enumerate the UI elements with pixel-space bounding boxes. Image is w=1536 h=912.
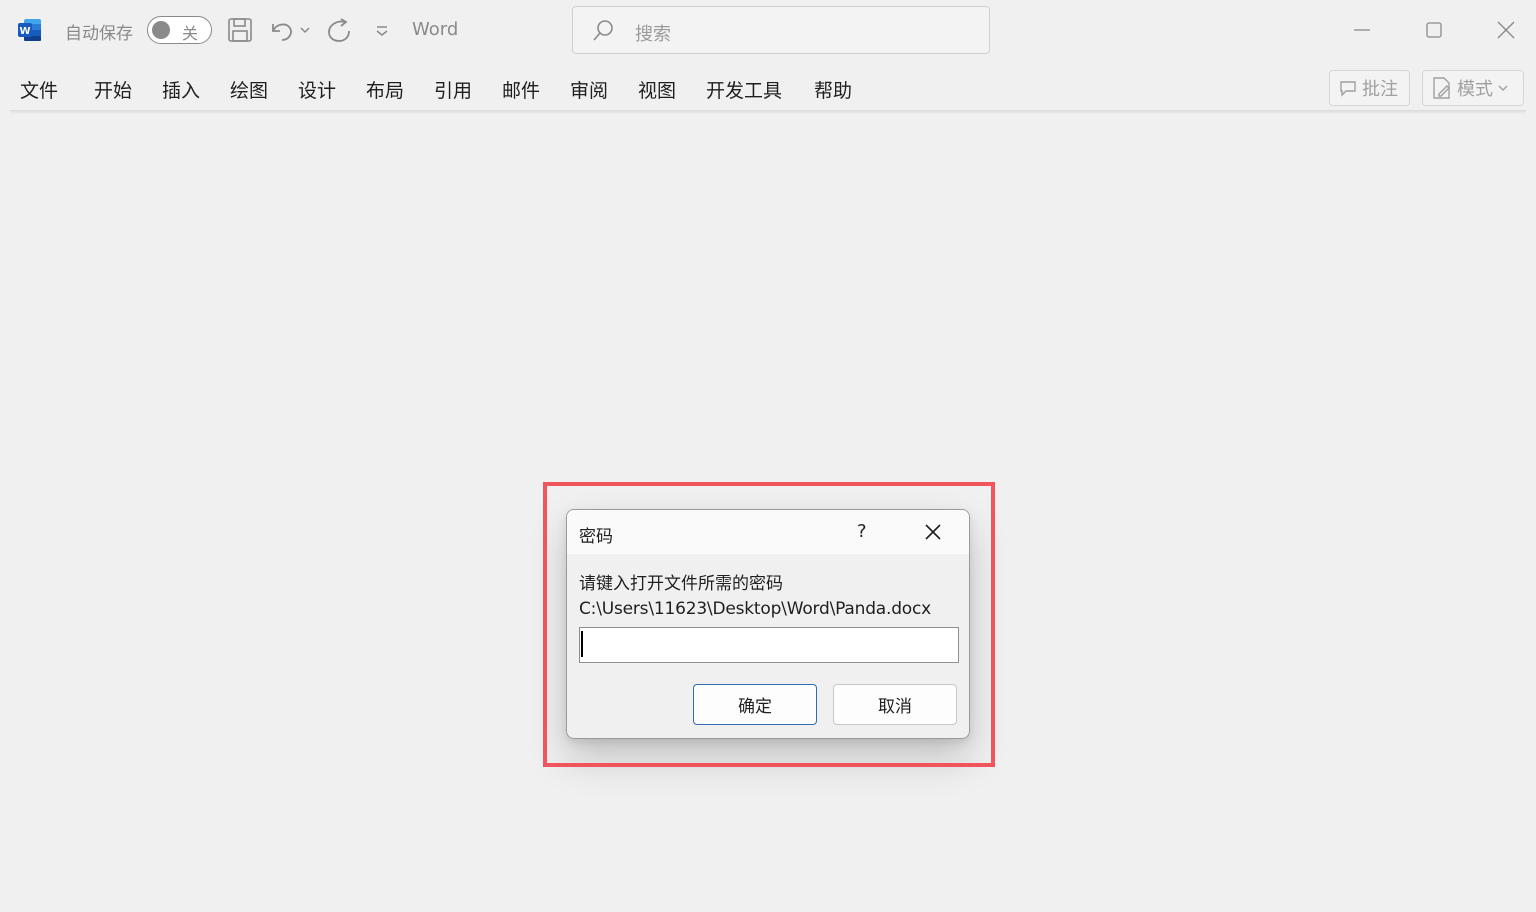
search-box[interactable]: 搜索: [572, 6, 990, 54]
search-placeholder: 搜索: [635, 24, 671, 45]
minimize-icon[interactable]: [1350, 18, 1374, 42]
tab-insert[interactable]: 插入: [162, 76, 200, 103]
tab-developer[interactable]: 开发工具: [706, 76, 782, 103]
redo-icon[interactable]: [325, 16, 353, 44]
ribbon-tabs: 文件 开始 插入 绘图 设计 布局 引用 邮件 审阅 视图 开发工具 帮助: [0, 66, 1536, 110]
svg-text:W: W: [19, 26, 30, 37]
comments-button[interactable]: 批注: [1329, 70, 1410, 106]
tab-draw[interactable]: 绘图: [230, 76, 268, 103]
word-logo-icon: W: [18, 19, 41, 41]
window-close-icon[interactable]: [1494, 18, 1518, 42]
undo-icon[interactable]: [268, 16, 296, 44]
comments-label: 批注: [1362, 79, 1398, 100]
autosave-label: 自动保存: [65, 24, 133, 44]
autosave-toggle[interactable]: 关: [147, 16, 212, 44]
tab-help[interactable]: 帮助: [814, 76, 852, 103]
tab-mailings[interactable]: 邮件: [502, 76, 540, 103]
mode-label: 模式: [1457, 79, 1493, 100]
tab-file[interactable]: 文件: [20, 76, 58, 103]
save-icon[interactable]: [226, 16, 254, 44]
tab-review[interactable]: 审阅: [570, 76, 608, 103]
undo-dropdown-icon[interactable]: [298, 16, 312, 44]
tab-home[interactable]: 开始: [94, 76, 132, 103]
search-icon: [593, 20, 613, 41]
comment-icon: [1340, 81, 1356, 97]
highlight-box: [543, 482, 995, 767]
maximize-icon[interactable]: [1422, 18, 1446, 42]
ribbon-divider: [10, 110, 1526, 114]
edit-document-icon: [1433, 77, 1450, 99]
tab-references[interactable]: 引用: [434, 76, 472, 103]
mode-button[interactable]: 模式: [1422, 70, 1524, 106]
chevron-down-icon: [1498, 85, 1508, 91]
tab-view[interactable]: 视图: [638, 76, 676, 103]
title-bar: W 自动保存 关 Word 搜索: [0, 0, 1536, 60]
app-name: Word: [412, 19, 459, 40]
tab-layout[interactable]: 布局: [366, 76, 404, 103]
tab-design[interactable]: 设计: [298, 76, 336, 103]
toggle-knob: [152, 21, 170, 39]
customize-toolbar-icon[interactable]: [372, 16, 392, 44]
autosave-state: 关: [182, 24, 199, 43]
